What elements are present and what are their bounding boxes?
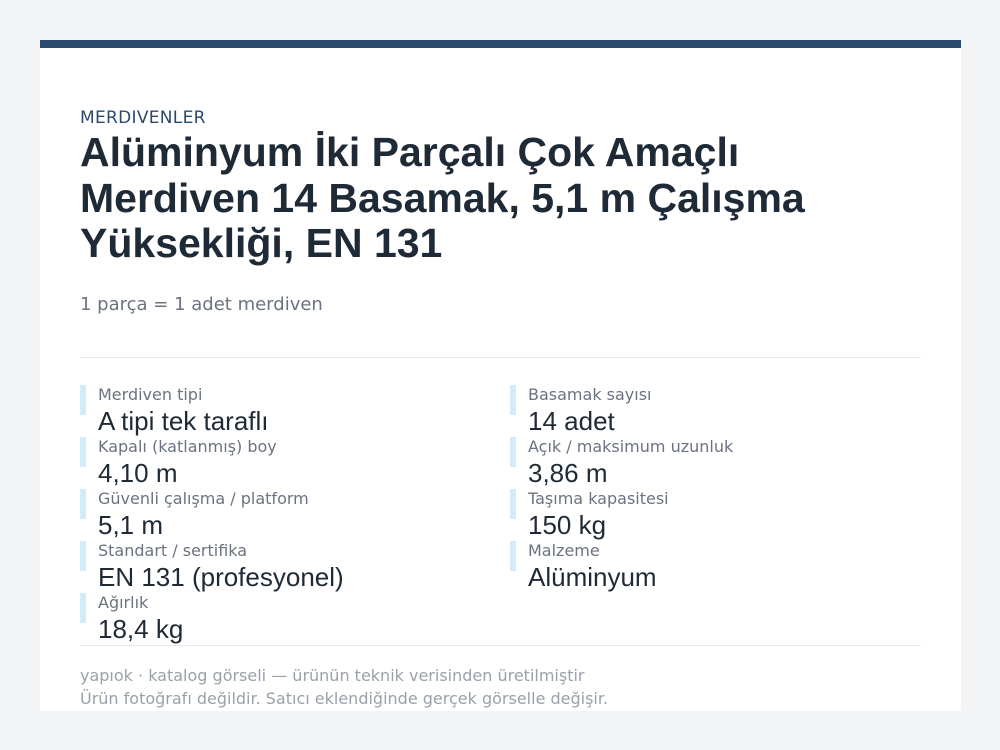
spec-item-step-count: Basamak sayısı 14 adet [510, 385, 910, 437]
spec-value: Alüminyum [528, 562, 657, 592]
unit-info: 1 parça = 1 adet merdiven [80, 294, 323, 315]
spec-label: Basamak sayısı [528, 385, 652, 404]
spec-value: 3,86 m [528, 458, 608, 488]
footer: yapıok · katalog görseli — ürünün teknik… [80, 664, 608, 710]
spec-accent-bar [80, 489, 86, 519]
spec-accent-bar [80, 385, 86, 415]
spec-label: Güvenli çalışma / platform [98, 489, 309, 508]
footer-disclaimer: Ürün fotoğrafı değildir. Satıcı eklendiğ… [80, 689, 609, 708]
footer-source: yapıok · katalog görseli — ürünün teknik… [80, 666, 585, 685]
spec-accent-bar [510, 489, 516, 519]
spec-label: Ağırlık [98, 593, 149, 612]
divider [80, 645, 921, 646]
spec-label: Merdiven tipi [98, 385, 203, 404]
spec-item-working-height: Güvenli çalışma / platform 5,1 m [80, 489, 480, 541]
spec-item-load-capacity: Taşıma kapasitesi 150 kg [510, 489, 910, 541]
spec-item-closed-length: Kapalı (katlanmış) boy 4,10 m [80, 437, 480, 489]
spec-label: Kapalı (katlanmış) boy [98, 437, 277, 456]
spec-value: 4,10 m [98, 458, 178, 488]
spec-accent-bar [510, 385, 516, 415]
spec-accent-bar [510, 541, 516, 571]
spec-label: Taşıma kapasitesi [528, 489, 669, 508]
product-card: MERDIVENLER Alüminyum İki Parçalı Çok Am… [40, 40, 961, 711]
spec-item-material: Malzeme Alüminyum [510, 541, 910, 593]
category-label: MERDIVENLER [80, 108, 206, 128]
spec-accent-bar [80, 593, 86, 623]
spec-value: A tipi tek taraflı [98, 406, 269, 436]
spec-value: EN 131 (profesyonel) [98, 562, 344, 592]
spec-value: 18,4 kg [98, 614, 184, 644]
spec-accent-bar [510, 437, 516, 467]
spec-label: Açık / maksimum uzunluk [528, 437, 734, 456]
spec-item-open-length: Açık / maksimum uzunluk 3,86 m [510, 437, 910, 489]
spec-label: Standart / sertifika [98, 541, 248, 560]
spec-item-standard: Standart / sertifika EN 131 (profesyonel… [80, 541, 480, 593]
spec-value: 150 kg [528, 510, 607, 540]
spec-accent-bar [80, 437, 86, 467]
spec-accent-bar [80, 541, 86, 571]
spec-item-weight: Ağırlık 18,4 kg [80, 593, 480, 645]
spec-item-ladder-type: Merdiven tipi A tipi tek taraflı [80, 385, 480, 437]
spec-value: 14 adet [528, 406, 615, 436]
spec-value: 5,1 m [98, 510, 164, 540]
spec-label: Malzeme [528, 541, 600, 560]
product-title: Alüminyum İki Parçalı Çok Amaçlı Merdive… [80, 129, 805, 266]
divider [80, 357, 921, 358]
